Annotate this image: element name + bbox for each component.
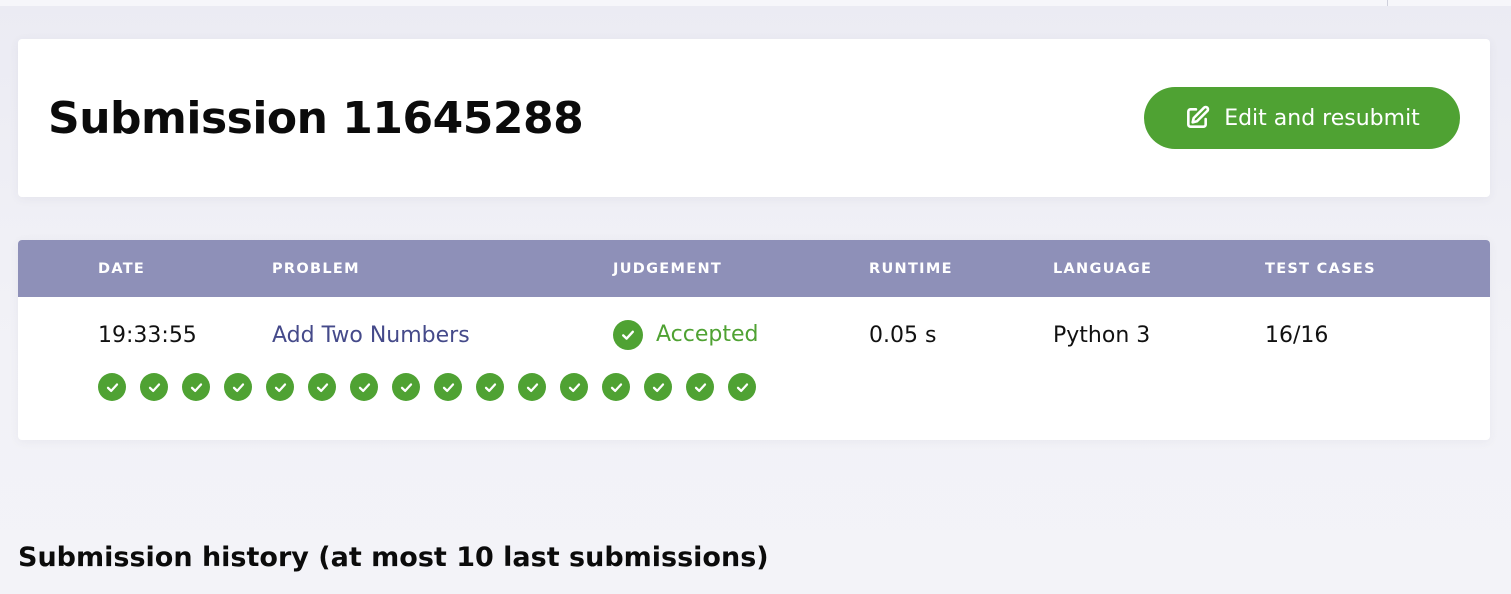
- test-case-results: [98, 373, 756, 401]
- test-case-passed-icon: [434, 373, 462, 401]
- edit-and-resubmit-button[interactable]: Edit and resubmit: [1144, 87, 1460, 149]
- submission-header-card: Submission 11645288 Edit and resubmit: [18, 39, 1490, 197]
- table-header-row: DATE PROBLEM JUDGEMENT RUNTIME LANGUAGE …: [18, 240, 1490, 297]
- page-title: Submission 11645288: [48, 93, 584, 144]
- test-cases-cell: 16/16: [1265, 323, 1329, 348]
- language-cell: Python 3: [1053, 323, 1151, 348]
- test-case-passed-icon: [140, 373, 168, 401]
- column-header-language: LANGUAGE: [1053, 261, 1153, 277]
- test-case-passed-icon: [602, 373, 630, 401]
- submission-table: DATE PROBLEM JUDGEMENT RUNTIME LANGUAGE …: [18, 240, 1490, 440]
- column-header-test-cases: TEST CASES: [1265, 261, 1376, 277]
- test-case-passed-icon: [392, 373, 420, 401]
- test-case-passed-icon: [350, 373, 378, 401]
- test-case-passed-icon: [644, 373, 672, 401]
- column-header-runtime: RUNTIME: [869, 261, 953, 277]
- test-case-passed-icon: [728, 373, 756, 401]
- judgement-cell: Accepted: [613, 320, 758, 350]
- top-bar-divider: [1387, 0, 1388, 6]
- problem-link[interactable]: Add Two Numbers: [272, 323, 470, 348]
- problem-cell: Add Two Numbers: [272, 322, 470, 350]
- top-bar: [0, 0, 1511, 6]
- test-case-passed-icon: [560, 373, 588, 401]
- judgement-status: Accepted: [656, 322, 759, 347]
- test-case-passed-icon: [308, 373, 336, 401]
- test-case-passed-icon: [686, 373, 714, 401]
- test-case-passed-icon: [476, 373, 504, 401]
- edit-and-resubmit-label: Edit and resubmit: [1224, 105, 1420, 131]
- column-header-date: DATE: [98, 261, 146, 277]
- accepted-check-icon: [613, 320, 643, 350]
- date-cell: 19:33:55: [98, 323, 197, 348]
- test-case-passed-icon: [182, 373, 210, 401]
- test-case-passed-icon: [518, 373, 546, 401]
- test-case-passed-icon: [224, 373, 252, 401]
- submission-history-heading: Submission history (at most 10 last subm…: [18, 542, 769, 573]
- runtime-cell: 0.05 s: [869, 323, 937, 348]
- test-case-passed-icon: [266, 373, 294, 401]
- edit-icon: [1184, 105, 1210, 131]
- test-case-passed-icon: [98, 373, 126, 401]
- column-header-problem: PROBLEM: [272, 261, 360, 277]
- column-header-judgement: JUDGEMENT: [613, 261, 723, 277]
